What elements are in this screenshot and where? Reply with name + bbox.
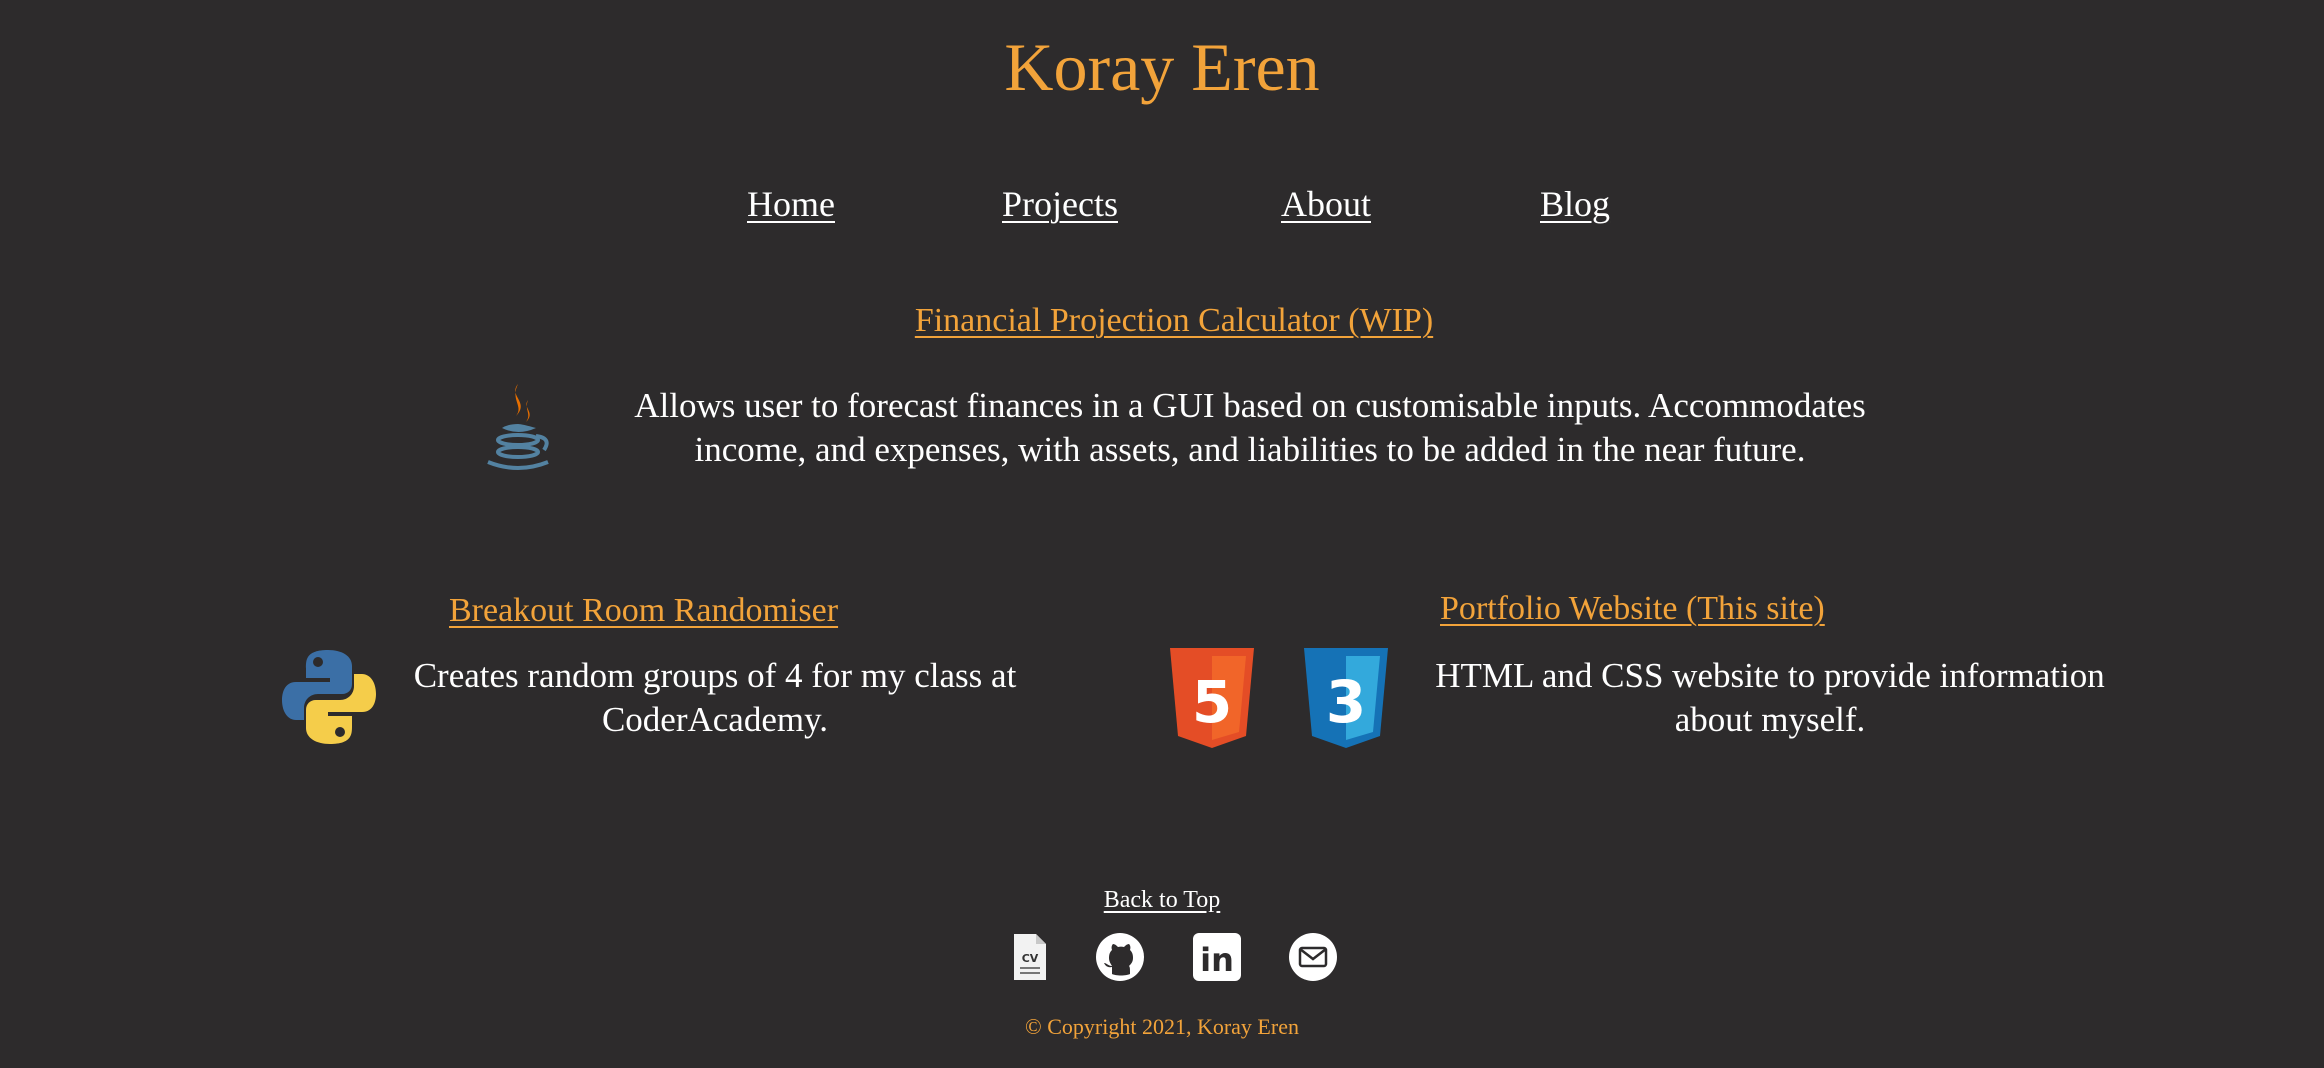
nav-projects-link[interactable]: Projects	[1002, 176, 1118, 232]
nav-about-link[interactable]: About	[1281, 176, 1371, 232]
back-to-top: Back to Top	[0, 880, 2324, 920]
back-to-top-link[interactable]: Back to Top	[1104, 887, 1221, 913]
cv-label: CV	[1022, 952, 1039, 965]
site-title: Koray Eren	[1004, 29, 1320, 105]
java-icon	[478, 378, 558, 478]
project-description: HTML and CSS website to provide informat…	[1435, 656, 2105, 739]
cv-icon[interactable]: CV	[1012, 932, 1048, 982]
page: Koray Eren Home Projects About Blog Fina…	[0, 0, 2324, 1068]
project-title-link[interactable]: Portfolio Website (This site)	[1440, 584, 1825, 634]
css3-glyph: 3	[1326, 668, 1366, 736]
html5-glyph: 5	[1192, 668, 1232, 736]
copyright: © Copyright 2021, Koray Eren	[1025, 1014, 1299, 1039]
nav-blog-link[interactable]: Blog	[1540, 176, 1610, 232]
email-icon[interactable]	[1288, 932, 1338, 982]
project-title-link[interactable]: Breakout Room Randomiser	[449, 586, 838, 636]
main-nav: Home Projects About Blog	[0, 176, 2324, 236]
html5-icon: 5	[1168, 648, 1256, 748]
python-icon	[280, 648, 378, 746]
linkedin-glyph: in	[1200, 941, 1234, 979]
project-description: Creates random groups of 4 for my class …	[413, 656, 1017, 739]
css3-icon: 3	[1302, 648, 1390, 748]
nav-home-link[interactable]: Home	[747, 176, 835, 232]
github-icon[interactable]	[1095, 932, 1145, 982]
linkedin-icon[interactable]: in	[1192, 932, 1242, 982]
project-title-link[interactable]: Financial Projection Calculator (WIP)	[0, 296, 2324, 346]
project-description: Allows user to forecast finances in a GU…	[634, 386, 1866, 469]
